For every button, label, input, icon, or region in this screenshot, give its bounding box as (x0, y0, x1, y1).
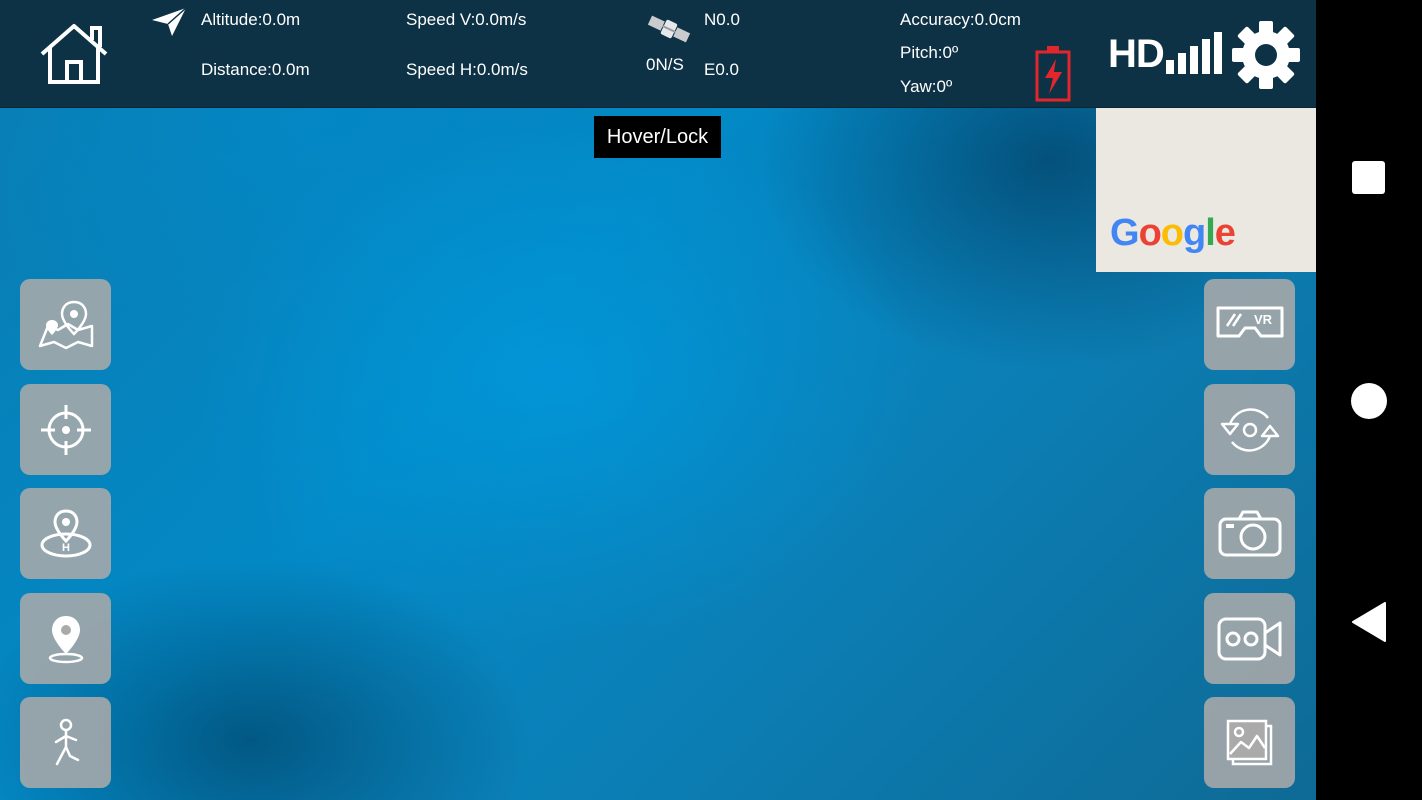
east-coordinate: E0.0 (704, 60, 739, 79)
altitude-readout: Altitude:0.0m (201, 10, 301, 29)
hd-signal-icon: HD (1108, 30, 1224, 76)
system-navigation-bar (1316, 0, 1422, 800)
battery-charging-icon (1034, 44, 1072, 104)
vr-headset-icon: VR (1216, 306, 1283, 337)
horizontal-speed-readout: Speed H:0.0m/s (406, 60, 528, 79)
rotate-button[interactable] (1204, 384, 1295, 475)
pitch-readout: Pitch:0º (900, 43, 959, 62)
recents-square-icon[interactable] (1352, 161, 1385, 194)
waypoint-button[interactable] (20, 593, 111, 684)
helipad-icon: H (40, 508, 91, 557)
svg-text:H: H (62, 542, 70, 554)
yaw-readout: Yaw:0º (900, 77, 953, 96)
satellite-icon (646, 12, 692, 46)
walking-person-icon (54, 718, 79, 765)
telemetry-bar: Altitude:0.0m Distance:0.0m Speed V:0.0m… (0, 0, 1316, 108)
distance-readout: Distance:0.0m (201, 60, 310, 79)
gear-icon[interactable] (1230, 19, 1302, 91)
flight-mode-label: Hover/Lock (594, 116, 721, 158)
crosshair-icon (40, 404, 91, 455)
google-logo: Google (1110, 212, 1236, 254)
home-icon[interactable] (38, 22, 110, 86)
gallery-button[interactable] (1204, 697, 1295, 788)
svg-text:VR: VR (1253, 312, 1272, 327)
camera-icon (1218, 510, 1281, 556)
record-button[interactable] (1204, 593, 1295, 684)
photo-button[interactable] (1204, 488, 1295, 579)
video-camera-icon (1217, 617, 1281, 660)
rotate-icon (1220, 407, 1279, 452)
vr-button[interactable]: VR (1204, 279, 1295, 370)
drone-control-screen: Altitude:0.0m Distance:0.0m Speed V:0.0m… (0, 0, 1316, 800)
north-coordinate: N0.0 (704, 10, 740, 29)
accuracy-readout: Accuracy:0.0cm (900, 10, 1021, 29)
back-triangle-icon[interactable] (1351, 601, 1387, 643)
map-pin-icon (38, 300, 93, 349)
gallery-icon (1226, 719, 1272, 765)
map-button[interactable] (20, 279, 111, 370)
follow-me-button[interactable] (20, 697, 111, 788)
home-circle-icon[interactable] (1351, 383, 1387, 419)
paper-plane-icon (150, 6, 188, 38)
satellite-count: 0N/S (646, 55, 684, 74)
return-home-button[interactable]: H (20, 488, 111, 579)
vertical-speed-readout: Speed V:0.0m/s (406, 10, 527, 29)
location-pin-icon (48, 615, 83, 663)
mini-map[interactable]: Google (1096, 108, 1316, 272)
locate-button[interactable] (20, 384, 111, 475)
